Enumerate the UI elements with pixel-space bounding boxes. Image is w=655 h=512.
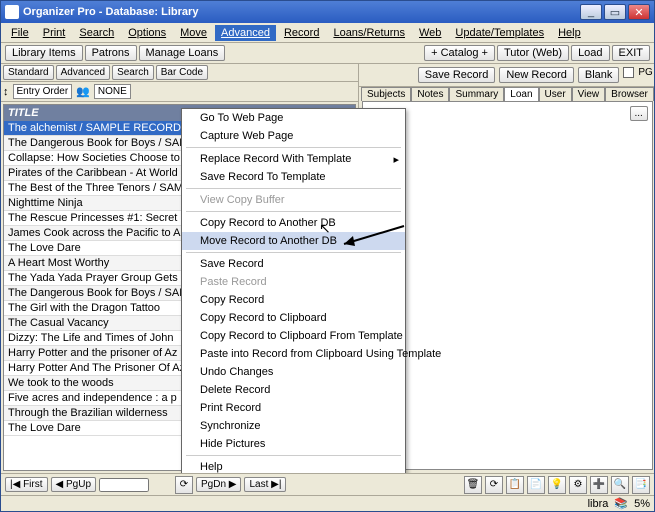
tool-icon-7[interactable]: ➕ xyxy=(590,476,608,494)
subtab-standard[interactable]: Standard xyxy=(3,65,54,80)
tool-icon-1[interactable]: 🗑 xyxy=(464,476,482,494)
nav-bar: |◀ First ◀ PgUp ⟳ PgDn ▶ Last ▶| 🗑 ⟳ 📋 📄… xyxy=(1,473,654,495)
book-icon: 📚 xyxy=(614,497,628,510)
menu-search[interactable]: Search xyxy=(73,25,120,41)
sort-icon[interactable]: ↕ xyxy=(3,86,9,98)
advanced-context-menu: Go To Web PageCapture Web Page Replace Re… xyxy=(181,108,406,473)
menu-item[interactable]: Move Record to Another DB xyxy=(182,232,405,250)
tool-icon-9[interactable]: 📑 xyxy=(632,476,650,494)
tab-browser[interactable]: Browser xyxy=(605,87,654,101)
menu-record[interactable]: Record xyxy=(278,25,325,41)
menu-item[interactable]: Delete Record xyxy=(182,381,405,399)
status-pct: 5% xyxy=(634,498,650,510)
menu-item: View Copy Buffer xyxy=(182,191,405,209)
menu-loans-returns[interactable]: Loans/Returns xyxy=(327,25,411,41)
menu-item: Paste Record xyxy=(182,273,405,291)
menu-item[interactable]: Copy Record xyxy=(182,291,405,309)
menu-options[interactable]: Options xyxy=(122,25,172,41)
subtab-search[interactable]: Search xyxy=(112,65,154,80)
tool-icon-8[interactable]: 🔍 xyxy=(611,476,629,494)
subtab-barcode[interactable]: Bar Code xyxy=(156,65,208,80)
tab-view[interactable]: View xyxy=(572,87,606,101)
menu-item[interactable]: Save Record To Template xyxy=(182,168,405,186)
nav-pgdn[interactable]: PgDn ▶ xyxy=(196,477,241,492)
menu-print[interactable]: Print xyxy=(37,25,72,41)
nav-last[interactable]: Last ▶| xyxy=(244,477,286,492)
menu-advanced[interactable]: Advanced xyxy=(215,25,276,41)
tool-icon-2[interactable]: ⟳ xyxy=(485,476,503,494)
menu-item[interactable]: Capture Web Page xyxy=(182,127,405,145)
menu-item[interactable]: Paste into Record from Clipboard Using T… xyxy=(182,345,405,363)
close-button[interactable]: ✕ xyxy=(628,4,650,20)
window-title: Organizer Pro - Database: Library xyxy=(23,6,580,18)
sort-order[interactable]: Entry Order xyxy=(13,84,73,99)
refresh-icon[interactable]: ⟳ xyxy=(175,476,193,494)
menu-item[interactable]: Go To Web Page xyxy=(182,109,405,127)
catalog-button[interactable]: + Catalog + xyxy=(424,45,495,61)
app-icon xyxy=(5,5,19,19)
tab-notes[interactable]: Notes xyxy=(411,87,449,101)
tutor-web-button[interactable]: Tutor (Web) xyxy=(497,45,569,61)
toolbar-primary: Library Items Patrons Manage Loans + Cat… xyxy=(1,43,654,64)
nav-page-input[interactable] xyxy=(99,478,149,492)
maximize-button[interactable]: ▭ xyxy=(604,4,626,20)
tab-user[interactable]: User xyxy=(539,87,572,101)
tab-patrons[interactable]: Patrons xyxy=(85,45,137,61)
menu-item[interactable]: Replace Record With Template▸ xyxy=(182,150,405,168)
tool-icon-6[interactable]: ⚙ xyxy=(569,476,587,494)
menu-update-templates[interactable]: Update/Templates xyxy=(449,25,550,41)
ellipsis-button[interactable]: ... xyxy=(630,106,648,121)
menu-item[interactable]: Hide Pictures xyxy=(182,435,405,453)
blank-button[interactable]: Blank xyxy=(578,67,620,83)
menu-item[interactable]: Undo Changes xyxy=(182,363,405,381)
menu-move[interactable]: Move xyxy=(174,25,213,41)
load-button[interactable]: Load xyxy=(571,45,609,61)
menubar: File Print Search Options Move Advanced … xyxy=(1,23,654,43)
menu-help[interactable]: Help xyxy=(552,25,587,41)
exit-button[interactable]: EXIT xyxy=(612,45,650,61)
subtab-advanced[interactable]: Advanced xyxy=(56,65,110,80)
menu-file[interactable]: File xyxy=(5,25,35,41)
menu-item[interactable]: Help xyxy=(182,458,405,473)
filter-value[interactable]: NONE xyxy=(94,84,131,99)
nav-first[interactable]: |◀ First xyxy=(5,477,48,492)
menu-item[interactable]: Synchronize xyxy=(182,417,405,435)
save-record-button[interactable]: Save Record xyxy=(418,67,496,83)
status-db: libra xyxy=(588,498,609,510)
tool-icon-3[interactable]: 📋 xyxy=(506,476,524,494)
tab-library-items[interactable]: Library Items xyxy=(5,45,83,61)
minimize-button[interactable]: _ xyxy=(580,4,602,20)
tool-icon-5[interactable]: 💡 xyxy=(548,476,566,494)
tab-subjects[interactable]: Subjects xyxy=(361,87,411,101)
nav-pgup[interactable]: ◀ PgUp xyxy=(51,477,96,492)
menu-item[interactable]: Save Record xyxy=(182,255,405,273)
tab-loan[interactable]: Loan xyxy=(504,87,538,101)
new-record-button[interactable]: New Record xyxy=(499,67,574,83)
detail-tabs: Subjects Notes Summary Loan User View Br… xyxy=(359,87,654,101)
tool-icon-4[interactable]: 📄 xyxy=(527,476,545,494)
menu-web[interactable]: Web xyxy=(413,25,447,41)
pg-checkbox[interactable] xyxy=(623,67,634,78)
filter-icon[interactable]: 👥 xyxy=(76,85,90,98)
tab-manage-loans[interactable]: Manage Loans xyxy=(139,45,226,61)
menu-item[interactable]: Copy Record to Clipboard From Template xyxy=(182,327,405,345)
tab-summary[interactable]: Summary xyxy=(449,87,504,101)
app-window: Organizer Pro - Database: Library _ ▭ ✕ … xyxy=(0,0,655,512)
pg-label: PG xyxy=(638,67,652,83)
status-bar: libra 📚 5% xyxy=(1,495,654,511)
menu-item[interactable]: Print Record xyxy=(182,399,405,417)
titlebar: Organizer Pro - Database: Library _ ▭ ✕ xyxy=(1,1,654,23)
menu-item[interactable]: Copy Record to Clipboard xyxy=(182,309,405,327)
menu-item[interactable]: Copy Record to Another DB xyxy=(182,214,405,232)
